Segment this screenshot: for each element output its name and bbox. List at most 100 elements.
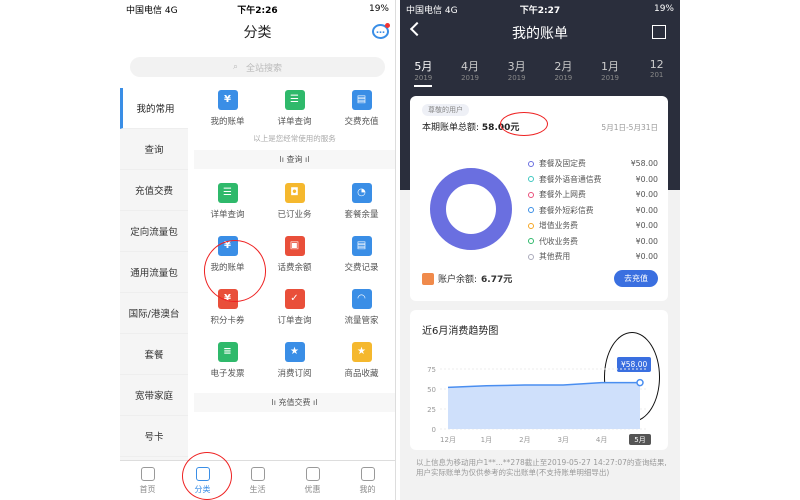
month-tab[interactable]: 5月 2019 bbox=[400, 58, 447, 87]
bill-item-amount: ¥0.00 bbox=[635, 252, 658, 262]
clipboard-icon: ✓ bbox=[284, 289, 305, 309]
service-label: 流量管家 bbox=[344, 316, 379, 326]
card-icon: ▤ bbox=[351, 90, 372, 110]
service-label: 电子发票 bbox=[210, 369, 245, 379]
gauge-icon: ◠ bbox=[351, 289, 372, 309]
month-tab[interactable]: 4月 2019 bbox=[447, 58, 494, 87]
bill-period: 5月1日-5月31日 bbox=[601, 123, 658, 132]
x-tick-label: 2月 bbox=[519, 436, 530, 444]
month-label: 3月 bbox=[507, 60, 526, 73]
month-label: 1月 bbox=[601, 60, 620, 73]
tab-label: 优惠 bbox=[304, 485, 321, 494]
year-label: 2019 bbox=[507, 74, 526, 82]
trend-card: 近6月消费趋势图 ¥58.00 0 25 50 75 12月 1月 2月 3月 4月 5月 bbox=[410, 310, 668, 450]
service-item[interactable]: ▤ 交费记录 bbox=[328, 234, 395, 273]
month-label: 2月 bbox=[554, 60, 573, 73]
month-label: 5月 bbox=[414, 60, 433, 73]
bill-item-name: 套餐及固定费 bbox=[539, 159, 586, 169]
balance-value: 6.77元 bbox=[481, 275, 513, 285]
tab-icon bbox=[305, 467, 320, 481]
bill-item-name: 增值业务费 bbox=[539, 221, 578, 231]
service-item[interactable]: ▤ 交费充值 bbox=[328, 88, 395, 127]
sidebar-item[interactable]: 充值交费 bbox=[120, 170, 188, 211]
wallet-icon bbox=[422, 272, 434, 285]
service-item[interactable]: ★ 消费订阅 bbox=[261, 340, 328, 379]
status-bar: 中国电信 4G 下午2:26 19% bbox=[120, 0, 395, 18]
service-label: 交费充值 bbox=[344, 117, 379, 127]
sidebar-item[interactable]: 查询 bbox=[120, 129, 188, 170]
y-tick-label: 25 bbox=[427, 406, 436, 414]
bill-item-amount: ¥0.00 bbox=[635, 221, 658, 231]
tab-label: 生活 bbox=[249, 485, 266, 494]
bill-item: 增值业务费 ¥0.00 bbox=[528, 218, 658, 234]
month-tab[interactable]: 1月 2019 bbox=[587, 58, 634, 87]
list-icon: ☰ bbox=[284, 90, 305, 110]
x-tick-label: 5月 bbox=[634, 436, 645, 444]
legend-dot bbox=[528, 238, 534, 245]
bill-donut-chart bbox=[430, 168, 512, 250]
service-item[interactable]: ☰ 详单查询 bbox=[261, 88, 328, 127]
list-icon: ☰ bbox=[217, 183, 238, 203]
x-tick-label: 4月 bbox=[596, 436, 607, 444]
sidebar-item[interactable]: 宽带家庭 bbox=[120, 375, 188, 416]
sidebar-item[interactable]: 套餐 bbox=[120, 334, 188, 375]
service-item[interactable]: ▣ 话费余额 bbox=[261, 234, 328, 273]
service-item[interactable]: ☰ 详单查询 bbox=[194, 181, 261, 220]
annotation-circle-tab bbox=[182, 452, 232, 500]
category-screen: 中国电信 4G 下午2:26 19% 分类 … ⌕ 全站搜索 我的常用 查询 充值交… bbox=[120, 0, 396, 500]
bill-item-amount: ¥0.00 bbox=[635, 174, 658, 184]
search-placeholder: 全站搜索 bbox=[246, 63, 283, 74]
trend-title: 近6月消费趋势图 bbox=[422, 326, 499, 337]
month-tab[interactable]: 3月 2019 bbox=[493, 58, 540, 87]
service-item[interactable]: ✓ 订单查询 bbox=[261, 287, 328, 326]
service-item[interactable]: ◔ 套餐余量 bbox=[328, 181, 395, 220]
bill-summary-card: 尊敬的用户 本期账单总额: 58.00元 5月1日-5月31日 套餐及固定费 ¥5… bbox=[410, 96, 668, 301]
sidebar-item[interactable]: 我的常用 bbox=[120, 88, 188, 129]
month-tab[interactable]: 12 201 bbox=[633, 58, 680, 87]
sidebar-item[interactable]: 国际/港澳台 bbox=[120, 293, 188, 334]
service-item[interactable]: ≡ 电子发票 bbox=[194, 340, 261, 379]
bill-item: 其他费用 ¥0.00 bbox=[528, 249, 658, 265]
bill-item-name: 其他费用 bbox=[539, 252, 571, 262]
service-item[interactable]: ¥ 我的账单 bbox=[194, 88, 261, 127]
bill-item-name: 套餐外上网费 bbox=[539, 190, 586, 200]
bill-item: 代收业务费 ¥0.00 bbox=[528, 234, 658, 250]
service-item[interactable]: ★ 商品收藏 bbox=[328, 340, 395, 379]
search-input[interactable]: ⌕ 全站搜索 bbox=[130, 57, 385, 77]
tab-item[interactable]: 优惠 bbox=[285, 461, 340, 500]
bill-item: 套餐外短彩信费 ¥0.00 bbox=[528, 203, 658, 219]
bill-item-name: 套餐外语音通信费 bbox=[539, 174, 602, 184]
sidebar-item[interactable]: 号卡 bbox=[120, 416, 188, 457]
tab-item[interactable]: 我的 bbox=[340, 461, 395, 500]
status-bar: 中国电信 4G 下午2:27 19% bbox=[400, 0, 680, 18]
star-icon: ★ bbox=[351, 342, 372, 362]
x-tick-label: 1月 bbox=[481, 436, 492, 444]
service-label: 订单查询 bbox=[277, 316, 312, 326]
yen-icon: ¥ bbox=[217, 90, 238, 110]
invoice-icon: ≡ bbox=[217, 342, 238, 362]
service-item[interactable]: ◘ 已订业务 bbox=[261, 181, 328, 220]
tab-icon bbox=[360, 467, 375, 481]
tab-item[interactable]: 首页 bbox=[120, 461, 175, 500]
recharge-button[interactable]: 去充值 bbox=[614, 270, 658, 287]
user-badge: 尊敬的用户 bbox=[422, 104, 469, 116]
section-query-label: 查询 bbox=[286, 155, 303, 164]
status-time: 下午2:26 bbox=[237, 5, 278, 16]
month-tab[interactable]: 2月 2019 bbox=[540, 58, 587, 87]
area-fill bbox=[448, 382, 640, 429]
pie-icon: ◔ bbox=[351, 183, 372, 203]
bill-footnote: 以上信息为移动用户1**...**278截止至2019-05-27 14:27:… bbox=[416, 458, 667, 477]
service-label: 消费订阅 bbox=[277, 369, 312, 379]
star-badge-icon: ★ bbox=[284, 342, 305, 362]
month-tabs: 5月 2019 4月 2019 3月 2019 2月 2019 1月 2019 12 201 bbox=[400, 58, 680, 87]
message-icon[interactable]: … bbox=[372, 23, 390, 39]
tab-label: 我的 bbox=[359, 485, 376, 494]
service-item[interactable]: ◠ 流量管家 bbox=[328, 287, 395, 326]
sidebar-item[interactable]: 定向流量包 bbox=[120, 211, 188, 252]
y-tick-label: 0 bbox=[432, 426, 436, 434]
bottom-tab-bar: 首页 分类 生活 优惠 我的 bbox=[120, 460, 395, 500]
share-icon[interactable] bbox=[652, 25, 666, 39]
service-label: 我的账单 bbox=[210, 117, 245, 127]
sidebar-item[interactable]: 通用流量包 bbox=[120, 252, 188, 293]
tab-item[interactable]: 生活 bbox=[230, 461, 285, 500]
